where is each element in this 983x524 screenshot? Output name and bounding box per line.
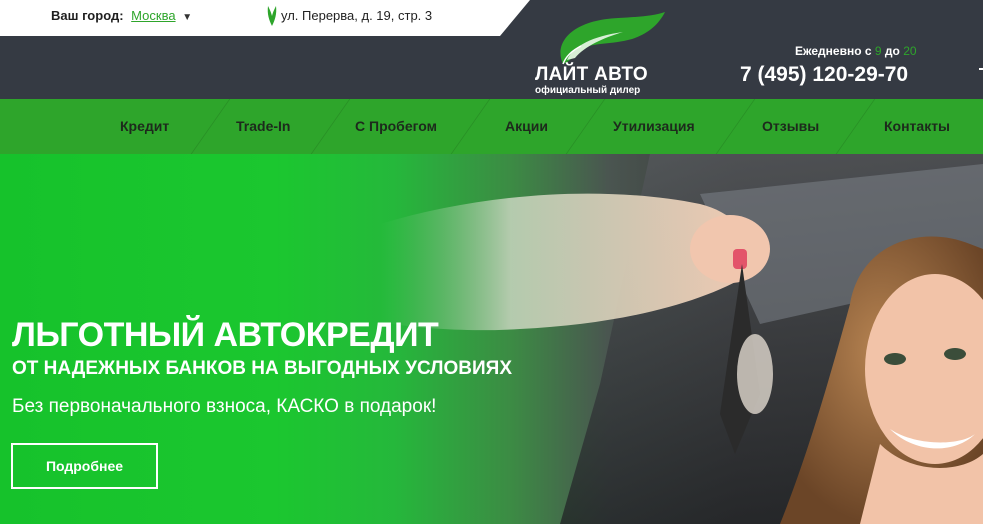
working-hours: Ежедневно с 9 до 20 xyxy=(795,44,917,58)
city-selector: Ваш город: Москва ▼ xyxy=(51,8,192,23)
nav-item-contacts[interactable]: Контакты xyxy=(884,99,950,154)
hero-description: Без первоначального взноса, КАСКО в пода… xyxy=(12,396,437,417)
header-edge-mark xyxy=(979,68,983,70)
hero-title: ЛЬГОТНЫЙ АВТОКРЕДИТ xyxy=(12,316,439,354)
nav-separator xyxy=(565,99,606,154)
logo-title[interactable]: ЛАЙТ АВТО xyxy=(535,64,648,86)
nav-item-used[interactable]: С Пробегом xyxy=(355,99,437,154)
hero-subtitle: ОТ НАДЕЖНЫХ БАНКОВ НА ВЫГОДНЫХ УСЛОВИЯХ xyxy=(12,358,513,379)
nav-item-reviews[interactable]: Отзывы xyxy=(762,99,819,154)
nav-separator xyxy=(190,99,231,154)
header: Ваш город: Москва ▼ ул. Перерва, д. 19, … xyxy=(0,0,983,100)
hours-prefix: Ежедневно с xyxy=(795,44,872,58)
nav-item-recycling[interactable]: Утилизация xyxy=(613,99,695,154)
address: ул. Перерва, д. 19, стр. 3 xyxy=(267,4,432,26)
nav-separator xyxy=(310,99,351,154)
address-text: ул. Перерва, д. 19, стр. 3 xyxy=(281,7,433,23)
hours-from: 9 xyxy=(874,44,882,58)
nav-separator xyxy=(835,99,876,154)
hero-banner: ЛЬГОТНЫЙ АВТОКРЕДИТ ОТ НАДЕЖНЫХ БАНКОВ Н… xyxy=(0,154,983,524)
nav-item-trade-in[interactable]: Trade-In xyxy=(236,99,290,154)
chevron-down-icon[interactable]: ▼ xyxy=(182,12,192,23)
nav-separator xyxy=(450,99,491,154)
nav-item-credit[interactable]: Кредит xyxy=(120,99,169,154)
city-label: Ваш город: xyxy=(51,8,124,23)
details-button[interactable]: Подробнее xyxy=(11,443,158,489)
map-pin-leaf-icon xyxy=(267,6,277,26)
city-link[interactable]: Москва xyxy=(131,8,175,23)
nav-separator xyxy=(715,99,756,154)
logo-subtitle: официальный дилер xyxy=(535,85,641,96)
hours-to: 20 xyxy=(903,44,917,58)
phone-number[interactable]: 7 (495) 120-29-70 xyxy=(740,63,908,87)
hours-mid: до xyxy=(884,44,900,58)
nav-item-promotions[interactable]: Акции xyxy=(505,99,548,154)
main-nav: Кредит Trade-In С Пробегом Акции Утилиза… xyxy=(0,99,983,154)
